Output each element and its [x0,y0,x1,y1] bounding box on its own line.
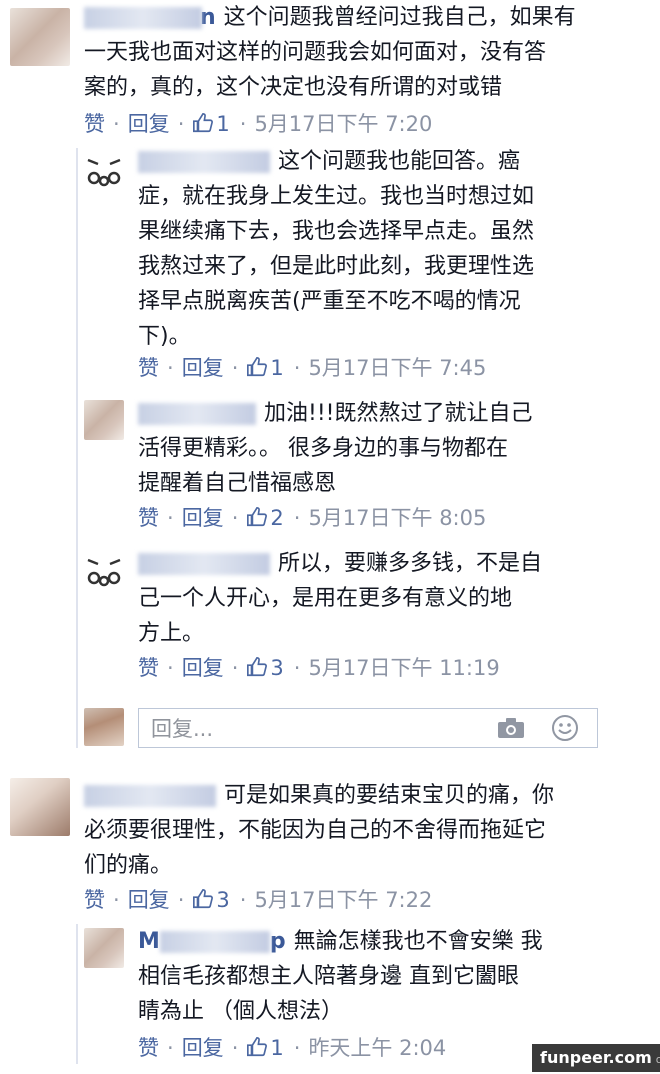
like-count[interactable]: 3 [216,888,229,912]
comment-text-line: 我熬过来了，但是此时此刻，我更理性选 [138,254,535,279]
author-name[interactable] [138,151,270,173]
camera-icon[interactable] [497,717,525,739]
author-name[interactable] [159,931,270,953]
comment-body: 所以，要赚多多钱，不是自 己一个人开心，是用在更多有意义的地 方上。 [138,546,598,651]
avatar[interactable] [84,400,124,440]
avatar[interactable] [84,152,124,192]
like-button[interactable]: 赞 [138,1036,159,1060]
reply-button[interactable]: 回复 [182,506,224,530]
comment-body: Mp 無論怎樣我也不會安樂 我 相信毛孩都想主人陪著身邊 直到它闔眼 睛為止 （個… [138,924,598,1029]
comment-body: 加油!!!既然熬过了就让自己 活得更精彩。。 很多身边的事与物都在 提醒着自己惜… [138,396,598,501]
comment-text-line: 一天我也面对这样的问题我会如何面对，没有答 [84,40,547,65]
comment-actions: 赞 · 回复 · 1 · 5月17日下午 7:45 [138,356,487,380]
thumbs-up-icon[interactable] [246,356,268,378]
comment-text-line: 案的，真的，这个决定也没有所谓的对或错 [84,75,503,100]
comment-text-line: 可是如果真的要结束宝贝的痛，你 [224,783,555,808]
avatar[interactable] [84,552,124,592]
reply-button[interactable]: 回复 [182,356,224,380]
comment-text-line: 加油!!!既然熬过了就让自己 [264,401,533,426]
timestamp[interactable]: 5月17日下午 7:20 [254,112,432,136]
author-name-fragment: p [269,929,286,954]
avatar[interactable] [10,778,70,836]
comment-text-line: 这个问题我曾经问过我自己，如果有 [223,5,576,30]
comment-actions: 赞 · 回复 · 1 · 5月17日下午 7:20 [84,112,433,136]
reply-button[interactable]: 回复 [128,888,170,912]
author-name-fragment: M [138,929,160,954]
comment-text-line: 下)。 [138,324,191,349]
comment-body: n 这个问题我曾经问过我自己，如果有 一天我也面对这样的问题我会如何面对，没有答 … [84,0,644,105]
watermark-suffix: om [655,1053,660,1066]
like-count[interactable]: 1 [270,1036,283,1060]
comment-text-line: 活得更精彩。。 很多身边的事与物都在 [138,436,508,461]
comment-text-line: 相信毛孩都想主人陪著身邊 直到它闔眼 [138,964,519,989]
like-count[interactable]: 2 [270,506,283,530]
like-button[interactable]: 赞 [138,656,159,680]
comment-body: 可是如果真的要结束宝贝的痛，你 必须要很理性，不能因为自己的不舍得而拖延它 们的… [84,778,644,883]
thumbs-up-icon[interactable] [246,656,268,678]
thread-connector [76,924,78,1064]
comment-actions: 赞 · 回复 · 3 · 5月17日下午 11:19 [138,656,500,680]
comment-text-line: 提醒着自己惜福感恩 [138,471,337,496]
comment-actions: 赞 · 回复 · 3 · 5月17日下午 7:22 [84,888,433,912]
comment-text-line: 果继续痛下去，我也会选择早点走。虽然 [138,219,535,244]
comment-text-line: 症，就在我身上发生过。我也当时想过如 [138,184,535,209]
reply-button[interactable]: 回复 [182,656,224,680]
timestamp[interactable]: 昨天上午 2:04 [308,1036,446,1060]
author-name[interactable] [84,785,216,807]
reply-input-placeholder: 回复... [151,717,214,741]
thumbs-up-icon[interactable] [246,1036,268,1058]
comment-text-line: 们的痛。 [84,853,173,878]
comment-text-line: 無論怎樣我也不會安樂 我 [293,929,543,954]
thread-connector [76,148,78,748]
comment-text-line: 睛為止 （個人想法） [138,999,343,1024]
like-count[interactable]: 1 [270,356,283,380]
author-name[interactable] [138,403,256,425]
thumbs-up-icon[interactable] [246,506,268,528]
like-button[interactable]: 赞 [84,112,105,136]
comment-text-line: 这个问题我也能回答。癌 [278,149,521,174]
comment-actions: 赞 · 回复 · 2 · 5月17日下午 8:05 [138,506,487,530]
comment-body: 这个问题我也能回答。癌 症，就在我身上发生过。我也当时想过如 果继续痛下去，我也… [138,144,598,354]
author-name[interactable] [84,7,202,29]
watermark-brand: funpeer.com [540,1048,652,1067]
like-button[interactable]: 赞 [84,888,105,912]
like-count[interactable]: 3 [270,656,283,680]
comment-text-line: 方上。 [138,621,205,646]
cartoon-face-icon [87,158,121,187]
reply-input[interactable]: 回复... [138,708,598,748]
comment-actions: 赞 · 回复 · 1 · 昨天上午 2:04 [138,1036,447,1060]
like-count[interactable]: 1 [216,112,229,136]
comment-text-line: 所以，要赚多多钱，不是自 [278,551,543,576]
avatar[interactable] [84,928,124,968]
timestamp[interactable]: 5月17日下午 8:05 [308,506,486,530]
timestamp[interactable]: 5月17日下午 7:22 [254,888,432,912]
cartoon-face-icon [87,558,121,587]
avatar[interactable] [10,8,70,66]
thumbs-up-icon[interactable] [192,112,214,134]
timestamp[interactable]: 5月17日下午 7:45 [308,356,486,380]
watermark: funpeer.comom [532,1044,660,1072]
reply-button[interactable]: 回复 [182,1036,224,1060]
timestamp[interactable]: 5月17日下午 11:19 [308,656,499,680]
like-button[interactable]: 赞 [138,356,159,380]
author-name[interactable] [138,553,270,575]
comment-text-line: 己一个人开心，是用在更多有意义的地 [138,586,513,611]
thumbs-up-icon[interactable] [192,888,214,910]
reply-button[interactable]: 回复 [128,112,170,136]
smiley-icon[interactable] [551,714,579,742]
current-user-avatar [84,708,124,746]
author-name-fragment: n [200,5,216,30]
comment-text-line: 择早点脱离疾苦(严重至不吃不喝的情况 [138,289,521,314]
like-button[interactable]: 赞 [138,506,159,530]
comment-text-line: 必须要很理性，不能因为自己的不舍得而拖延它 [84,818,547,843]
